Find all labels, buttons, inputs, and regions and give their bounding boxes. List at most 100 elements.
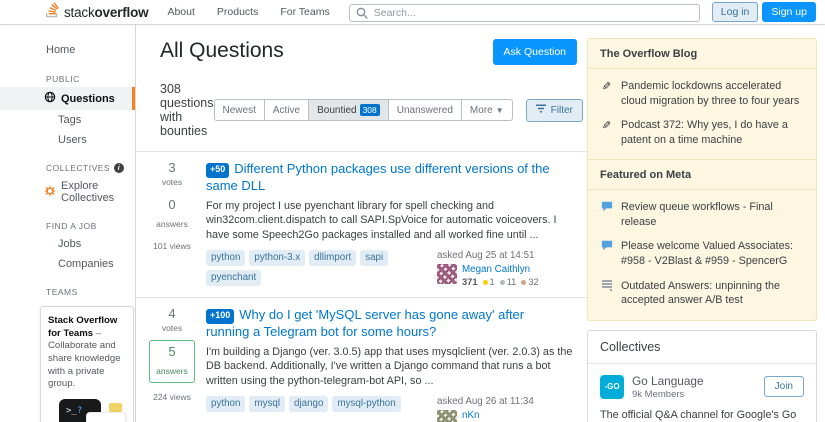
- info-icon[interactable]: i: [114, 163, 124, 173]
- nav-link-for-teams[interactable]: For Teams: [269, 2, 340, 22]
- collective-members: 9k Members: [632, 388, 685, 400]
- overflow-blog-module: The Overflow Blog ✎ Pandemic lockdowns a…: [587, 38, 817, 321]
- blog-item[interactable]: ✎ Pandemic lockdowns accelerated cloud m…: [600, 74, 804, 113]
- sidebar-item-questions[interactable]: Questions: [0, 87, 135, 110]
- collective-item: -GO Go Language 9k Members Join The offi…: [588, 364, 816, 422]
- filter-tabs: Newest Active Bountied 308 Unanswered Mor…: [213, 98, 513, 122]
- search-icon: [356, 6, 368, 24]
- votes-label: votes: [161, 323, 183, 334]
- bronze-badge-icon: [521, 279, 527, 285]
- view-count: 101 views: [153, 240, 191, 251]
- tag[interactable]: python: [206, 249, 246, 266]
- ask-question-button[interactable]: Ask Question: [492, 39, 577, 65]
- answer-count: 0 answers: [156, 196, 188, 229]
- view-count: 224 views: [153, 392, 191, 403]
- overflow-blog-header: The Overflow Blog: [600, 48, 698, 60]
- comment-icon: [600, 239, 613, 268]
- sidebar-section-find-a-job: FIND A JOB: [46, 221, 97, 231]
- question-row: 4 votes 5 answers 224 views +100 Why do I…: [136, 297, 587, 422]
- top-navigation-bar: stackoverflow About Products For Teams L…: [0, 0, 825, 25]
- sidebar-item-explore-collectives[interactable]: Explore Collectives: [0, 176, 135, 208]
- tab-unanswered[interactable]: Unanswered: [388, 98, 462, 122]
- tab-newest[interactable]: Newest: [213, 98, 265, 122]
- answer-count-answered: 5 answers: [149, 340, 195, 384]
- tab-more[interactable]: More ▼: [461, 98, 513, 122]
- sidebar-item-questions-label: Questions: [61, 92, 115, 105]
- sidebar-item-companies[interactable]: Companies: [0, 254, 135, 274]
- stackoverflow-logo[interactable]: stackoverflow: [46, 1, 149, 23]
- collective-name-link[interactable]: Go Language: [632, 374, 704, 388]
- question-tags: python mysql django mysql-python: [206, 395, 401, 422]
- sidebar-item-jobs[interactable]: Jobs: [0, 234, 135, 254]
- tag[interactable]: sapi: [360, 249, 389, 266]
- asked-timestamp: asked Aug 25 at 14:51: [437, 249, 535, 261]
- user-name-link[interactable]: Megan Caithlyn: [462, 264, 539, 276]
- blog-item[interactable]: ✎ Podcast 372: Why yes, I do have a pate…: [600, 113, 804, 152]
- collectives-header: Collectives: [588, 331, 816, 364]
- tab-bountied-label: Bountied: [317, 104, 357, 116]
- page-title: All Questions: [160, 39, 284, 62]
- tag[interactable]: pyenchant: [206, 269, 262, 286]
- filter-button[interactable]: Filter: [525, 98, 583, 122]
- teams-promo-card: Stack Overflow for Teams – Collaborate a…: [40, 306, 134, 422]
- question-list: 3 votes 0 answers 101 views +50 Different…: [136, 151, 587, 422]
- asked-timestamp: asked Aug 26 at 11:34: [437, 395, 534, 407]
- join-button[interactable]: Join: [763, 376, 804, 398]
- asked-info: asked Aug 25 at 14:51 Megan Caithlyn 371…: [437, 250, 577, 287]
- filter-funnel-icon: [535, 104, 546, 116]
- question-title-link[interactable]: Why do I get 'MySQL server has gone away…: [206, 307, 524, 339]
- question-title-link[interactable]: Different Python packages use different …: [206, 161, 550, 193]
- sidebar-item-users[interactable]: Users: [0, 130, 135, 150]
- sign-up-button[interactable]: Sign up: [762, 2, 816, 22]
- chat-bubble-icon: [109, 402, 122, 412]
- filter-button-label: Filter: [550, 104, 573, 116]
- collectives-star-icon: [44, 184, 56, 200]
- tag[interactable]: python: [206, 395, 246, 412]
- question-excerpt: I'm building a Django (ver. 3.0.5) app t…: [206, 345, 573, 387]
- tag[interactable]: mysql-python: [332, 395, 401, 412]
- meta-item[interactable]: Outdated Answers: unpinning the accepted…: [600, 274, 804, 313]
- bounty-badge: +100: [206, 309, 235, 324]
- sidebar-section-teams: TEAMS: [46, 287, 78, 297]
- meta-item[interactable]: Please welcome Valued Associates: #958 -…: [600, 234, 804, 273]
- sidebar-item-tags[interactable]: Tags: [0, 110, 135, 130]
- stack-exchange-icon: [600, 279, 613, 308]
- search-input[interactable]: [348, 3, 700, 22]
- teams-illustration: >_? ✓ Free: [48, 398, 126, 422]
- user-name-link[interactable]: nKn: [462, 410, 547, 422]
- sidebar-section-public: PUBLIC: [46, 74, 80, 84]
- globe-icon: [44, 91, 56, 106]
- tab-bountied[interactable]: Bountied 308: [309, 98, 389, 122]
- bountied-count-badge: 308: [359, 103, 380, 117]
- avatar[interactable]: [437, 263, 457, 284]
- log-in-button[interactable]: Log in: [711, 2, 759, 22]
- stackoverflow-logo-icon: [46, 1, 60, 23]
- nav-link-about[interactable]: About: [156, 2, 205, 22]
- auth-buttons: Log in Sign up: [711, 2, 816, 22]
- tag[interactable]: python-3.x: [249, 249, 306, 266]
- tag[interactable]: dllimport: [309, 249, 357, 266]
- comment-icon: [600, 200, 613, 229]
- tab-active[interactable]: Active: [264, 98, 310, 122]
- checklist-illustration: ✓: [86, 411, 126, 422]
- silver-badge-icon: [499, 279, 505, 285]
- sidebar-item-home[interactable]: Home: [0, 40, 135, 60]
- bounty-badge: +50: [206, 163, 230, 178]
- teams-promo-text: Stack Overflow for Teams – Collaborate a…: [48, 315, 121, 390]
- chevron-down-icon: ▼: [495, 105, 504, 115]
- votes-label: votes: [161, 176, 183, 187]
- tag[interactable]: django: [289, 395, 329, 412]
- tag[interactable]: mysql: [249, 395, 286, 412]
- question-stats: 4 votes 5 answers 224 views: [146, 306, 198, 422]
- vote-count: 3: [168, 160, 176, 175]
- avatar[interactable]: [437, 409, 457, 422]
- meta-item[interactable]: Review queue workflows - Final release: [600, 195, 804, 234]
- top-nav-links: About Products For Teams: [156, 2, 340, 22]
- nav-link-products[interactable]: Products: [206, 2, 269, 22]
- gold-badge-icon: [482, 279, 488, 285]
- vote-count: 4: [168, 306, 176, 322]
- question-row: 3 votes 0 answers 101 views +50 Different…: [136, 151, 587, 297]
- pencil-icon: ✎: [601, 81, 612, 93]
- featured-on-meta-header: Featured on Meta: [588, 159, 816, 189]
- sidebar-section-collectives: COLLECTIVES i: [0, 160, 135, 176]
